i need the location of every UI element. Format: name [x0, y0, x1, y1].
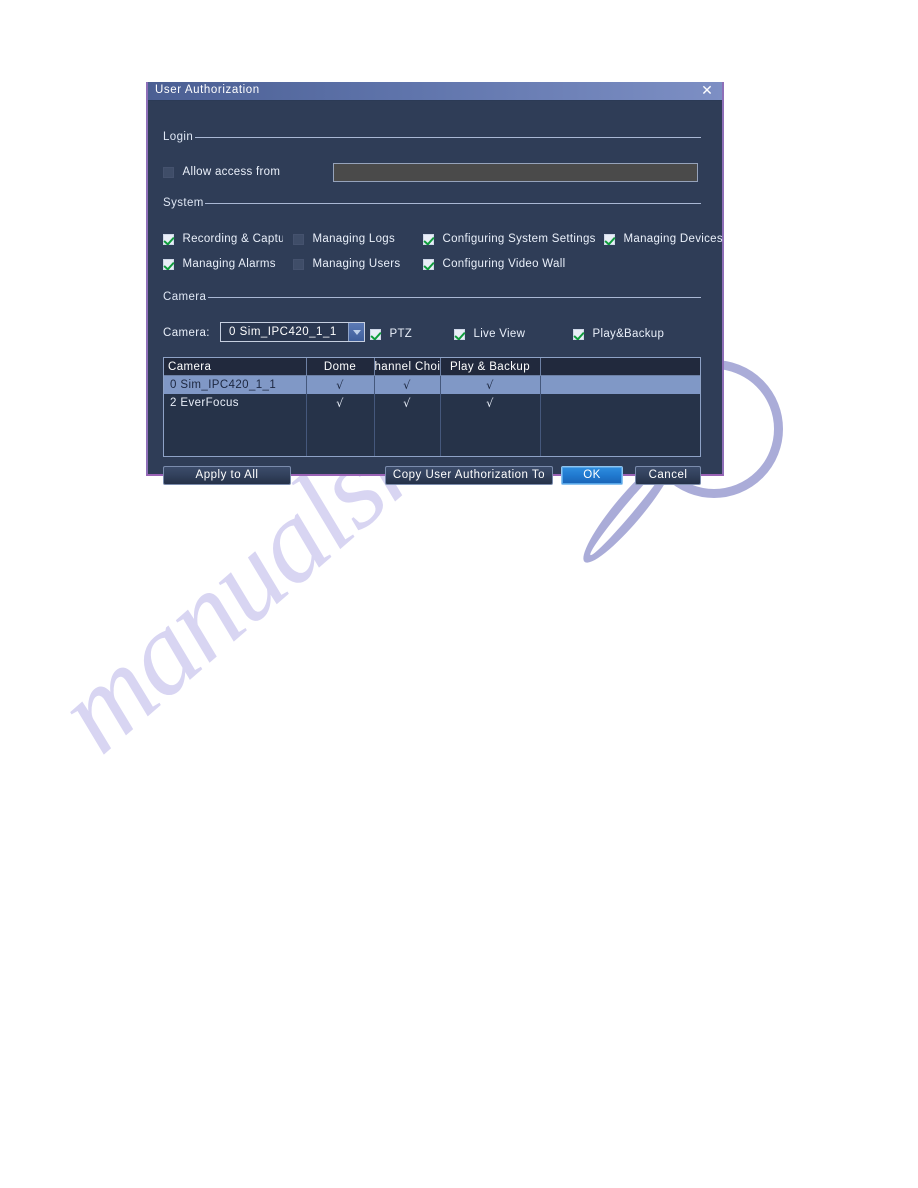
ok-button[interactable]: OK	[561, 466, 623, 485]
permission-managing-users[interactable]: Managing Users	[293, 258, 400, 270]
table-cell-dome: √	[306, 394, 375, 412]
table-header-dome[interactable]: Dome	[306, 358, 375, 376]
camera-option-play-backup-label: Play&Backup	[592, 328, 665, 340]
camera-option-ptz-label: PTZ	[389, 328, 413, 340]
table-header-extra[interactable]	[540, 358, 700, 376]
table-empty-cell	[374, 412, 441, 456]
camera-option-ptz[interactable]: PTZ	[370, 328, 412, 340]
table-header-row: Camera Dome hannel Choi Play & Backup	[164, 358, 700, 376]
group-rule-login	[195, 137, 701, 138]
table-row[interactable]: 0 Sim_IPC420_1_1 √ √ √	[164, 375, 700, 394]
camera-option-play-backup[interactable]: Play&Backup	[573, 328, 664, 340]
permission-managing-alarms-label: Managing Alarms	[182, 258, 276, 270]
group-rule-camera	[208, 297, 701, 298]
dialog-titlebar: User Authorization ✕	[148, 82, 722, 101]
copy-user-authorization-to-button[interactable]: Copy User Authorization To	[385, 466, 553, 485]
table-cell-play-backup: √	[440, 394, 541, 412]
permission-recording-capture-checkbox[interactable]	[163, 233, 174, 245]
allow-access-from-label: Allow access from	[182, 166, 281, 178]
permission-managing-logs-label: Managing Logs	[312, 233, 396, 245]
permission-managing-alarms[interactable]: Managing Alarms	[163, 258, 283, 270]
permission-configuring-system-settings-checkbox[interactable]	[423, 233, 434, 245]
camera-select-dropdown[interactable]: 0 Sim_IPC420_1_1	[220, 322, 365, 342]
table-cell-play-backup: √	[440, 375, 541, 394]
permission-configuring-video-wall[interactable]: Configuring Video Wall	[423, 258, 565, 270]
permission-managing-logs-checkbox[interactable]	[293, 233, 304, 245]
allow-access-from-checkbox-row[interactable]: Allow access from	[163, 166, 280, 178]
close-icon[interactable]: ✕	[698, 83, 716, 99]
table-header-play-backup[interactable]: Play & Backup	[440, 358, 541, 376]
camera-option-live-view-label: Live View	[473, 328, 526, 340]
table-empty-cell	[440, 412, 541, 456]
apply-to-all-button[interactable]: Apply to All	[163, 466, 291, 485]
camera-option-ptz-checkbox[interactable]	[370, 328, 381, 340]
permission-recording-capture-label: Recording & Captur	[182, 233, 284, 245]
table-cell-extra	[540, 394, 700, 412]
permission-recording-capture[interactable]: Recording & Captur	[163, 233, 283, 245]
permission-configuring-system-settings-label: Configuring System Settings	[442, 233, 596, 245]
allow-access-address-input[interactable]	[333, 163, 698, 182]
group-label-camera: Camera	[163, 291, 209, 303]
permission-managing-devices-checkbox[interactable]	[604, 233, 615, 245]
table-header-channel-choice[interactable]: hannel Choi	[374, 358, 441, 376]
table-empty-area	[164, 412, 700, 456]
camera-option-live-view-checkbox[interactable]	[454, 328, 465, 340]
permission-configuring-video-wall-label: Configuring Video Wall	[442, 258, 566, 270]
permission-managing-alarms-checkbox[interactable]	[163, 258, 174, 270]
cancel-button[interactable]: Cancel	[635, 466, 701, 485]
table-empty-cell	[164, 412, 307, 456]
dialog-title: User Authorization	[155, 84, 260, 96]
table-cell-extra	[540, 375, 700, 394]
table-row[interactable]: 2 EverFocus √ √ √	[164, 394, 700, 412]
allow-access-from-checkbox[interactable]	[163, 166, 174, 178]
permission-managing-logs[interactable]: Managing Logs	[293, 233, 395, 245]
table-empty-cell	[540, 412, 700, 456]
table-header-camera[interactable]: Camera	[164, 358, 307, 376]
table-empty-cell	[306, 412, 375, 456]
permission-managing-users-label: Managing Users	[312, 258, 401, 270]
table-cell-camera: 2 EverFocus	[164, 394, 307, 412]
table-cell-camera: 0 Sim_IPC420_1_1	[164, 375, 307, 394]
camera-select-value: 0 Sim_IPC420_1_1	[229, 326, 337, 338]
table-cell-channel-choice: √	[374, 394, 441, 412]
permission-managing-users-checkbox[interactable]	[293, 258, 304, 270]
permission-configuring-video-wall-checkbox[interactable]	[423, 258, 434, 270]
permission-managing-devices[interactable]: Managing Devices	[604, 233, 723, 245]
user-authorization-dialog: User Authorization ✕ Login Allow access …	[146, 82, 724, 485]
group-label-login: Login	[163, 131, 196, 143]
table-cell-dome: √	[306, 375, 375, 394]
camera-select-label: Camera:	[163, 327, 210, 339]
chevron-down-icon[interactable]	[348, 323, 364, 341]
dialog-body: Login Allow access from System Recording…	[148, 101, 723, 485]
group-label-system: System	[163, 197, 206, 209]
camera-option-live-view[interactable]: Live View	[454, 328, 525, 340]
camera-permissions-table[interactable]: Camera Dome hannel Choi Play & Backup 0 …	[163, 357, 701, 457]
permission-configuring-system-settings[interactable]: Configuring System Settings	[423, 233, 596, 245]
table-cell-channel-choice: √	[374, 375, 441, 394]
camera-option-play-backup-checkbox[interactable]	[573, 328, 584, 340]
group-rule-system	[205, 203, 701, 204]
permission-managing-devices-label: Managing Devices	[623, 233, 723, 245]
